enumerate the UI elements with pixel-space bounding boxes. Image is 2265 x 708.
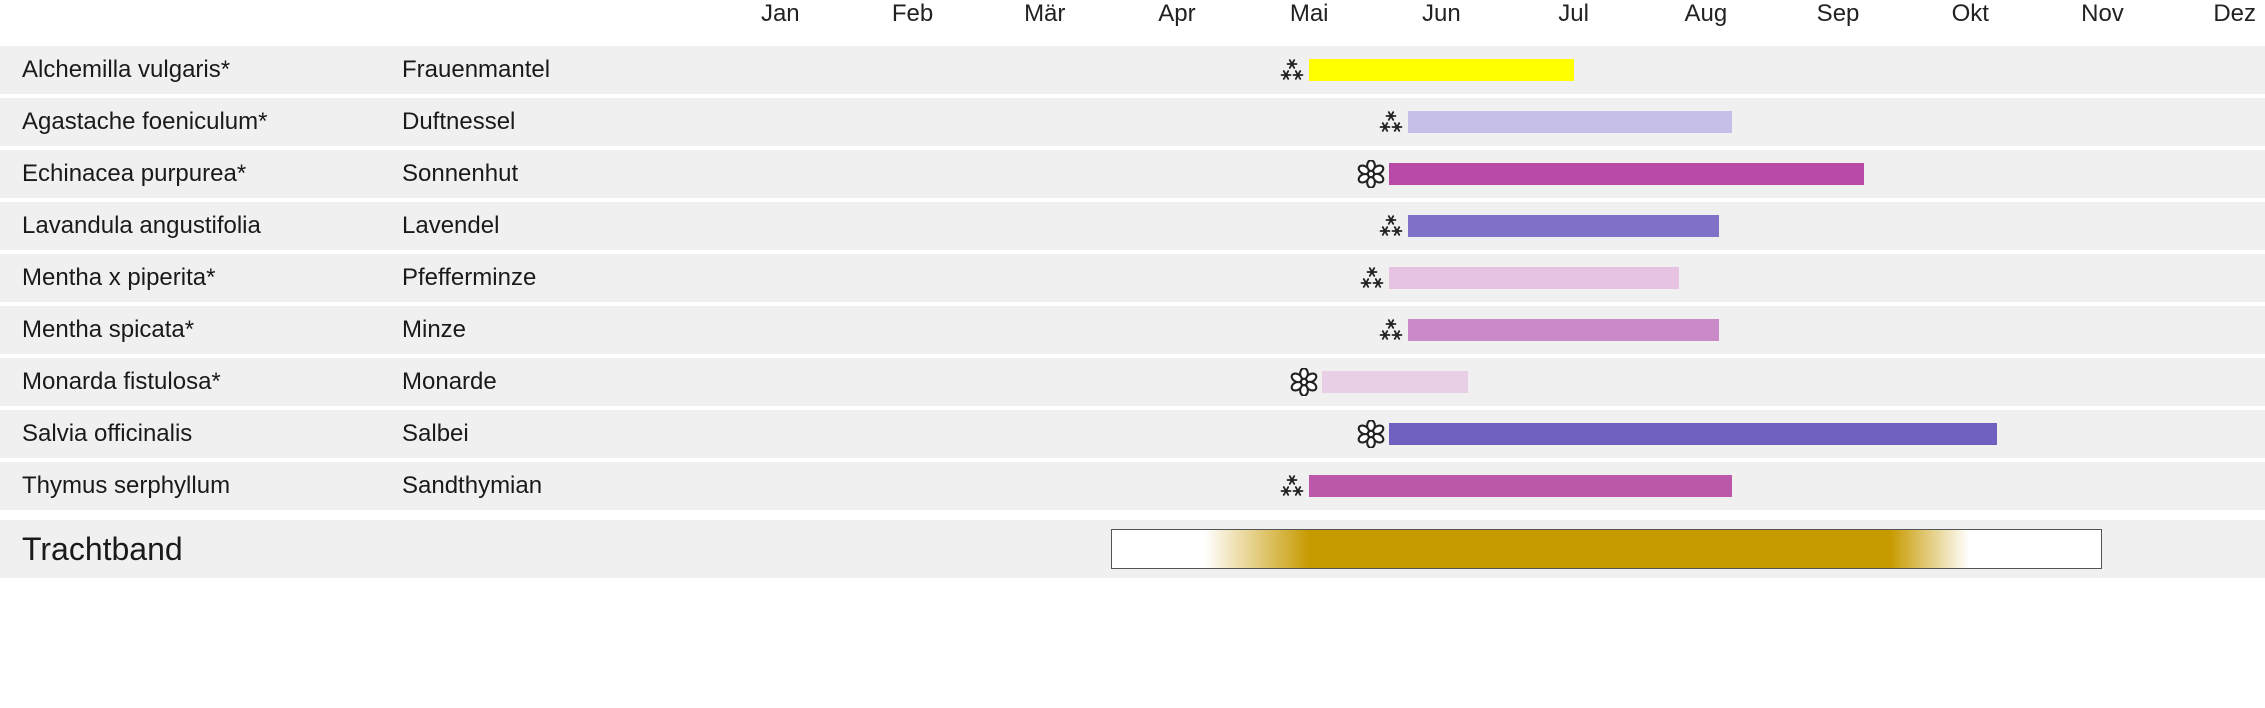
- flowering-bar: [1309, 475, 1732, 497]
- trachtband-box: [1111, 529, 2103, 569]
- common-name: Minze: [400, 316, 750, 344]
- table-row: Thymus serphyllumSandthymian: [0, 462, 2265, 510]
- latin-name: Mentha spicata*: [0, 316, 400, 344]
- common-name: Salbei: [400, 420, 750, 448]
- flowering-calendar: Jan Feb Mär Apr Mai Jun Jul Aug Sep Okt Nov Dez Alc…: [0, 0, 2265, 588]
- flowering-bar: [1408, 215, 1719, 237]
- latin-name: Monarda fistulosa*: [0, 368, 400, 396]
- flowering-bar: [1389, 163, 1865, 185]
- table-row: Alchemilla vulgaris*Frauenmantel: [0, 46, 2265, 94]
- bar-area: [750, 150, 2265, 198]
- flowering-bar: [1309, 59, 1573, 81]
- latin-name: Mentha x piperita*: [0, 264, 400, 292]
- small-flower-cluster-icon: [1378, 318, 1408, 342]
- small-flower-cluster-icon: [1378, 110, 1408, 134]
- bar-area: [750, 410, 2265, 458]
- flowering-bar: [1389, 267, 1680, 289]
- table-row: Salvia officinalisSalbei: [0, 410, 2265, 458]
- common-name: Duftnessel: [400, 108, 750, 136]
- flowering-bar: [1389, 423, 1997, 445]
- flowering-bar: [1408, 319, 1719, 341]
- small-flower-cluster-icon: [1279, 474, 1309, 498]
- month-label: Jun: [1422, 0, 1461, 28]
- bar-area: [750, 462, 2265, 510]
- table-row: Mentha x piperita*Pfefferminze: [0, 254, 2265, 302]
- table-row: Monarda fistulosa*Monarde: [0, 358, 2265, 406]
- common-name: Pfefferminze: [400, 264, 750, 292]
- common-name: Sonnenhut: [400, 160, 750, 188]
- latin-name: Lavandula angustifolia: [0, 212, 400, 240]
- flower-outline-icon: [1357, 420, 1389, 448]
- small-flower-cluster-icon: [1378, 214, 1408, 238]
- small-flower-cluster-icon: [1279, 58, 1309, 82]
- latin-name: Thymus serphyllum: [0, 472, 400, 500]
- month-label: Sep: [1817, 0, 1860, 28]
- trachtband-area: [750, 529, 2265, 569]
- common-name: Monarde: [400, 368, 750, 396]
- bar-area: [750, 202, 2265, 250]
- latin-name: Alchemilla vulgaris*: [0, 56, 400, 84]
- bar-area: [750, 254, 2265, 302]
- summary-label: Trachtband: [0, 531, 750, 568]
- month-label: Apr: [1158, 0, 1195, 28]
- month-label: Jul: [1558, 0, 1589, 28]
- table-row: Lavandula angustifoliaLavendel: [0, 202, 2265, 250]
- common-name: Frauenmantel: [400, 56, 750, 84]
- bar-area: [750, 98, 2265, 146]
- bar-area: [750, 306, 2265, 354]
- common-name: Lavendel: [400, 212, 750, 240]
- small-flower-cluster-icon: [1359, 266, 1389, 290]
- header-row: Jan Feb Mär Apr Mai Jun Jul Aug Sep Okt Nov Dez: [0, 0, 2265, 40]
- latin-name: Salvia officinalis: [0, 420, 400, 448]
- flowering-bar: [1322, 371, 1467, 393]
- table-row: Agastache foeniculum*Duftnessel: [0, 98, 2265, 146]
- flowering-bar: [1408, 111, 1732, 133]
- table-row: Echinacea purpurea*Sonnenhut: [0, 150, 2265, 198]
- table-row: Mentha spicata*Minze: [0, 306, 2265, 354]
- month-label: Feb: [892, 0, 933, 28]
- month-label: Dez: [2213, 0, 2256, 28]
- summary-row: Trachtband: [0, 520, 2265, 578]
- flower-outline-icon: [1290, 368, 1322, 396]
- month-label: Aug: [1684, 0, 1727, 28]
- month-label: Mai: [1290, 0, 1329, 28]
- month-label: Nov: [2081, 0, 2124, 28]
- common-name: Sandthymian: [400, 472, 750, 500]
- bar-area: [750, 46, 2265, 94]
- month-label: Jan: [761, 0, 800, 28]
- month-axis: Jan Feb Mär Apr Mai Jun Jul Aug Sep Okt Nov Dez: [750, 0, 2265, 40]
- month-label: Okt: [1952, 0, 1989, 28]
- latin-name: Agastache foeniculum*: [0, 108, 400, 136]
- bar-area: [750, 358, 2265, 406]
- latin-name: Echinacea purpurea*: [0, 160, 400, 188]
- data-rows: Alchemilla vulgaris*FrauenmantelAgastach…: [0, 46, 2265, 510]
- month-label: Mär: [1024, 0, 1065, 28]
- flower-outline-icon: [1357, 160, 1389, 188]
